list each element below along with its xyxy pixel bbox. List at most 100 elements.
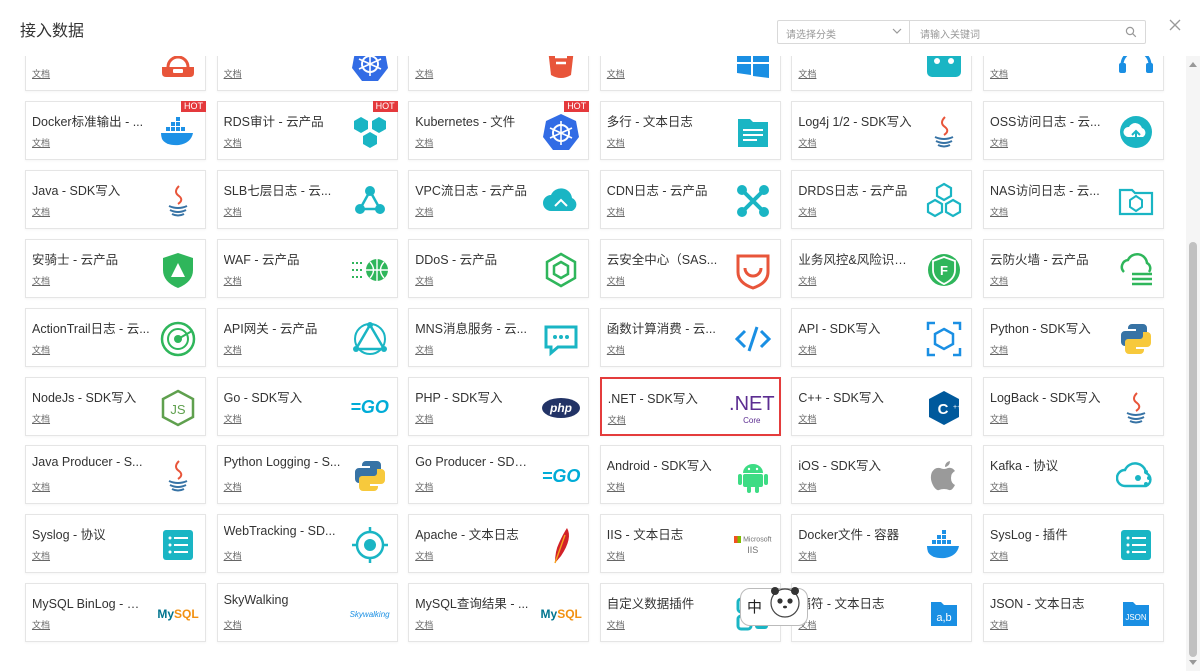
doc-link[interactable]: 文档 <box>798 205 816 218</box>
doc-link[interactable]: 文档 <box>607 343 625 356</box>
integration-card[interactable]: RDS审计 - 云产品 文档 HOT <box>216 100 398 160</box>
doc-link[interactable]: 文档 <box>415 205 433 218</box>
integration-card[interactable]: 云安全中心（SAS... 文档 <box>599 238 781 298</box>
doc-link[interactable]: 文档 <box>224 412 242 425</box>
integration-card[interactable]: ActionTrail日志 - 云... 文档 <box>25 307 206 367</box>
integration-card[interactable]: MNS消息服务 - 云... 文档 <box>408 307 590 367</box>
integration-card[interactable]: Python - SDK写入 文档 <box>983 307 1164 367</box>
integration-card[interactable]: NodeJs - SDK写入 文档 JS <box>25 376 206 436</box>
integration-card[interactable]: 文档 <box>216 56 398 91</box>
doc-link[interactable]: 文档 <box>990 343 1008 356</box>
search-input[interactable]: 请输入关键词 <box>909 20 1146 44</box>
integration-card[interactable]: Python Logging - S... 文档 <box>216 445 398 505</box>
integration-card[interactable]: NAS访问日志 - 云... 文档 <box>983 169 1164 229</box>
doc-link[interactable]: 文档 <box>990 67 1008 80</box>
integration-card[interactable]: Java Producer - S... 文档 <box>25 445 206 505</box>
integration-card[interactable]: API网关 - 云产品 文档 <box>216 307 398 367</box>
integration-card[interactable]: WAF - 云产品 文档 <box>216 238 398 298</box>
doc-link[interactable]: 文档 <box>32 618 50 631</box>
doc-link[interactable]: 文档 <box>32 480 50 493</box>
doc-link[interactable]: 文档 <box>990 274 1008 287</box>
integration-card[interactable]: Apache - 文本日志 文档 <box>408 514 590 574</box>
integration-card[interactable]: DDoS - 云产品 文档 <box>408 238 590 298</box>
integration-card[interactable]: Go Producer - SDK... 文档 =GO <box>408 445 590 505</box>
category-select[interactable]: 请选择分类 <box>777 20 910 44</box>
integration-card[interactable]: MySQL查询结果 - ... 文档 MySQL <box>408 583 590 643</box>
integration-card[interactable]: Docker文件 - 容器 文档 <box>791 514 973 574</box>
doc-link[interactable]: 文档 <box>415 67 433 80</box>
doc-link[interactable]: 文档 <box>224 67 242 80</box>
scrollbar-thumb[interactable] <box>1189 242 1197 657</box>
integration-card[interactable]: LogBack - SDK写入 文档 <box>983 376 1164 436</box>
doc-link[interactable]: 文档 <box>990 618 1008 631</box>
doc-link[interactable]: 文档 <box>990 205 1008 218</box>
doc-link[interactable]: 文档 <box>224 205 242 218</box>
doc-link[interactable]: 文档 <box>224 343 242 356</box>
integration-card[interactable]: SkyWalking 文档 Skywalking <box>216 583 398 643</box>
doc-link[interactable]: 文档 <box>607 274 625 287</box>
doc-link[interactable]: 文档 <box>32 136 50 149</box>
search-icon[interactable] <box>1125 26 1137 38</box>
integration-card[interactable]: 文档 <box>791 56 973 91</box>
doc-link[interactable]: 文档 <box>798 343 816 356</box>
doc-link[interactable]: 文档 <box>32 412 50 425</box>
integration-card[interactable]: PHP - SDK写入 文档 php <box>408 376 590 436</box>
doc-link[interactable]: 文档 <box>990 549 1008 562</box>
integration-card[interactable]: CDN日志 - 云产品 文档 <box>599 169 781 229</box>
doc-link[interactable]: 文档 <box>990 480 1008 493</box>
doc-link[interactable]: 文档 <box>224 274 242 287</box>
integration-card[interactable]: 多行 - 文本日志 文档 <box>599 100 781 160</box>
doc-link[interactable]: 文档 <box>608 413 626 426</box>
doc-link[interactable]: 文档 <box>415 343 433 356</box>
integration-card[interactable]: 文档 <box>25 56 206 91</box>
ime-indicator[interactable]: 中 <box>740 587 808 626</box>
integration-card[interactable]: SysLog - 插件 文档 <box>983 514 1164 574</box>
doc-link[interactable]: 文档 <box>415 549 433 562</box>
doc-link[interactable]: 文档 <box>990 136 1008 149</box>
doc-link[interactable]: 文档 <box>32 205 50 218</box>
integration-card[interactable]: 文档 <box>983 56 1164 91</box>
doc-link[interactable]: 文档 <box>607 136 625 149</box>
doc-link[interactable]: 文档 <box>224 618 242 631</box>
integration-card[interactable]: VPC流日志 - 云产品 文档 <box>408 169 590 229</box>
doc-link[interactable]: 文档 <box>798 67 816 80</box>
doc-link[interactable]: 文档 <box>224 549 242 562</box>
integration-card[interactable]: Kafka - 协议 文档 <box>983 445 1164 505</box>
doc-link[interactable]: 文档 <box>607 67 625 80</box>
close-icon[interactable] <box>1166 16 1184 34</box>
scrollbar[interactable] <box>1186 56 1200 671</box>
integration-card[interactable]: 文档 <box>599 56 781 91</box>
integration-card[interactable]: .NET - SDK写入 文档 .NET Core <box>599 376 781 436</box>
integration-card[interactable]: 业务风控&风险识别... 文档 F <box>791 238 973 298</box>
doc-link[interactable]: 文档 <box>798 136 816 149</box>
integration-card[interactable]: Syslog - 协议 文档 <box>25 514 206 574</box>
doc-link[interactable]: 文档 <box>798 480 816 493</box>
integration-card[interactable]: DRDS日志 - 云产品 文档 <box>791 169 973 229</box>
doc-link[interactable]: 文档 <box>607 549 625 562</box>
integration-card[interactable]: OSS访问日志 - 云... 文档 <box>983 100 1164 160</box>
doc-link[interactable]: 文档 <box>798 549 816 562</box>
integration-card[interactable]: IIS - 文本日志 文档 Microsoft IIS <box>599 514 781 574</box>
integration-card[interactable]: Docker标准输出 - ... 文档 HOT <box>25 100 206 160</box>
doc-link[interactable]: 文档 <box>798 412 816 425</box>
scroll-up-arrow[interactable] <box>1189 62 1197 67</box>
doc-link[interactable]: 文档 <box>415 618 433 631</box>
integration-card[interactable]: Java - SDK写入 文档 <box>25 169 206 229</box>
integration-card[interactable]: Kubernetes - 文件 文档 HOT <box>408 100 590 160</box>
integration-card[interactable]: 函数计算消费 - 云... 文档 <box>599 307 781 367</box>
doc-link[interactable]: 文档 <box>32 67 50 80</box>
integration-card[interactable]: SLB七层日志 - 云... 文档 <box>216 169 398 229</box>
integration-card[interactable]: C++ - SDK写入 文档 C ++ <box>791 376 973 436</box>
integration-card[interactable]: WebTracking - SD... 文档 <box>216 514 398 574</box>
integration-card[interactable]: 文档 <box>408 56 590 91</box>
doc-link[interactable]: 文档 <box>415 274 433 287</box>
doc-link[interactable]: 文档 <box>32 343 50 356</box>
doc-link[interactable]: 文档 <box>415 136 433 149</box>
integration-card[interactable]: Android - SDK写入 文档 <box>599 445 781 505</box>
doc-link[interactable]: 文档 <box>415 412 433 425</box>
integration-card[interactable]: JSON - 文本日志 文档 JSON <box>983 583 1164 643</box>
doc-link[interactable]: 文档 <box>607 618 625 631</box>
integration-card[interactable]: API - SDK写入 文档 <box>791 307 973 367</box>
integration-card[interactable]: 安骑士 - 云产品 文档 <box>25 238 206 298</box>
integration-list[interactable]: 文档 文档 文档 文档 文档 文档 Docker标准输出 - ... 文档 HOT RDS审计 -… <box>0 56 1186 671</box>
